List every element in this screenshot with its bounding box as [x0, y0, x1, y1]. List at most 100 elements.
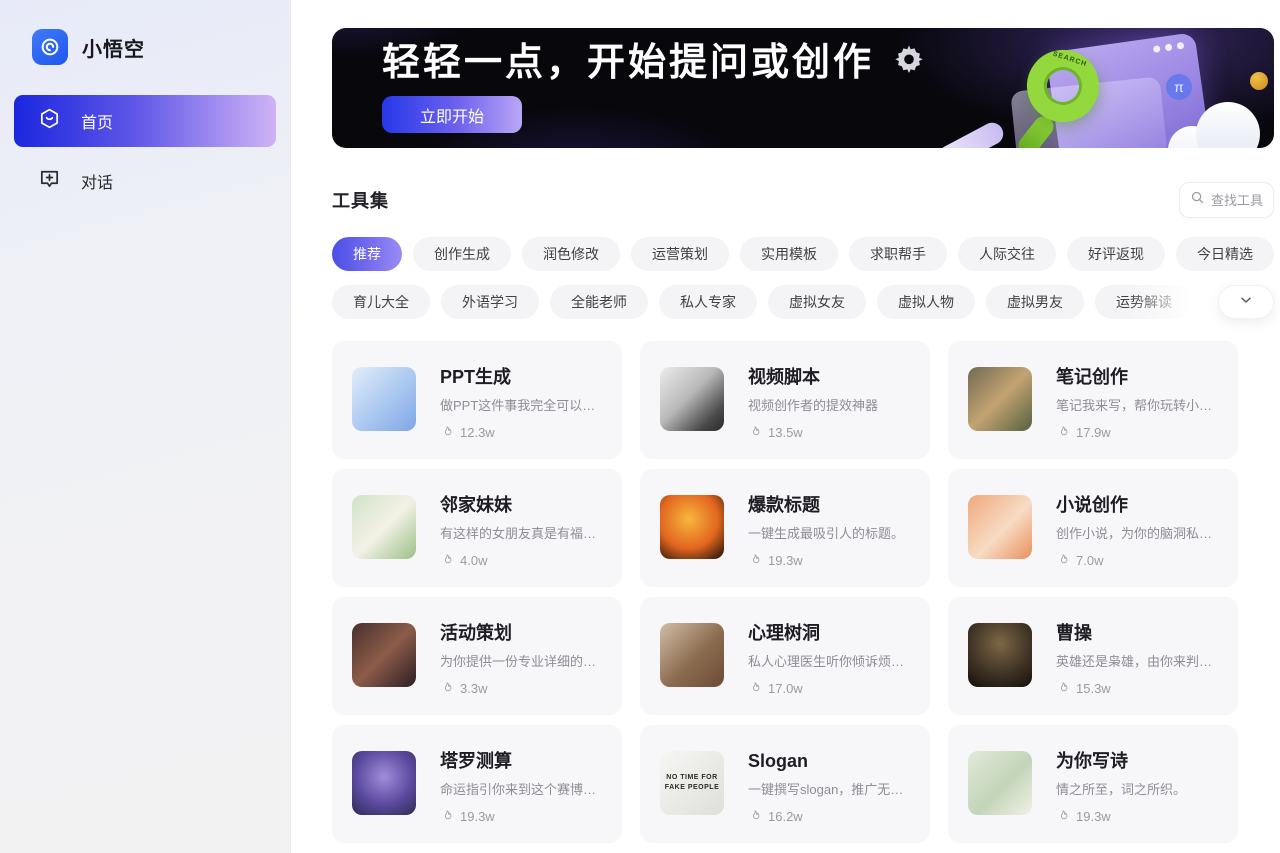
tool-card-slogan[interactable]: NO TIME FOR FAKE PEOPLE Slogan 一键撰写sloga…	[640, 725, 930, 843]
flame-icon	[748, 553, 762, 567]
flame-icon	[748, 681, 762, 695]
filter-pill-recommended[interactable]: 推荐	[332, 237, 402, 271]
tool-description: 为你提供一份专业详细的策划方…	[440, 651, 604, 670]
tool-title: 笔记创作	[1056, 367, 1220, 388]
app-brand: 小悟空	[14, 29, 276, 65]
app-root: 小悟空 首页 对话	[0, 0, 1280, 853]
tool-card-tarot[interactable]: 塔罗测算 命运指引你来到这个赛博塔罗屋。 19.3w	[332, 725, 622, 843]
sidebar-item-chat[interactable]: 对话	[14, 155, 276, 207]
tool-search-box[interactable]	[1179, 182, 1274, 218]
filter-pill[interactable]: 育儿大全	[332, 285, 430, 319]
tool-description: 英雄还是枭雄，由你来判断。	[1056, 651, 1220, 670]
flame-icon	[1056, 809, 1070, 823]
filter-pill[interactable]: 好评返现	[1067, 237, 1165, 271]
flame-icon	[440, 809, 454, 823]
tool-title: PPT生成	[440, 367, 604, 388]
tool-thumbnail	[968, 495, 1032, 559]
tool-description: 笔记我来写，帮你玩转小红书。	[1056, 395, 1220, 414]
tool-description: 一键生成最吸引人的标题。	[748, 523, 904, 542]
usage-count: 4.0w	[460, 553, 487, 568]
tool-card-event-planning[interactable]: 活动策划 为你提供一份专业详细的策划方… 3.3w	[332, 597, 622, 715]
flame-icon	[748, 809, 762, 823]
usage-count: 15.3w	[1076, 681, 1111, 696]
filter-pill[interactable]: 外语学习	[441, 285, 539, 319]
tool-card-grid: PPT生成 做PPT这件事我完全可以代劳。 12.3w 视频脚本 视频创作者的提…	[332, 341, 1274, 843]
tool-card-hot-title[interactable]: 爆款标题 一键生成最吸引人的标题。 19.3w	[640, 469, 930, 587]
flame-icon	[748, 425, 762, 439]
filter-pill[interactable]: 创作生成	[413, 237, 511, 271]
usage-count: 16.2w	[768, 809, 803, 824]
tool-card-note-writing[interactable]: 笔记创作 笔记我来写，帮你玩转小红书。 17.9w	[948, 341, 1238, 459]
tool-thumbnail	[968, 623, 1032, 687]
filter-pill[interactable]: 虚拟人物	[877, 285, 975, 319]
tool-thumbnail	[352, 623, 416, 687]
tool-title: 为你写诗	[1056, 751, 1186, 772]
tool-title: 塔罗测算	[440, 751, 604, 772]
flame-icon	[440, 681, 454, 695]
main-content: SEARCH π 轻轻一点，开始提问或创作 立即开始	[291, 0, 1280, 853]
usage-count: 19.3w	[768, 553, 803, 568]
tool-description: 有这样的女朋友真是有福气呀~	[440, 523, 604, 542]
tool-card-caocao[interactable]: 曹操 英雄还是枭雄，由你来判断。 15.3w	[948, 597, 1238, 715]
sidebar: 小悟空 首页 对话	[0, 0, 291, 853]
filter-pill[interactable]: 今日精选	[1176, 237, 1274, 271]
flame-icon	[440, 425, 454, 439]
search-input[interactable]	[1211, 193, 1269, 208]
start-now-button[interactable]: 立即开始	[382, 96, 522, 133]
promo-banner[interactable]: SEARCH π 轻轻一点，开始提问或创作 立即开始	[332, 28, 1274, 148]
usage-count: 12.3w	[460, 425, 495, 440]
tool-description: 命运指引你来到这个赛博塔罗屋。	[440, 779, 604, 798]
gear-icon	[892, 43, 926, 82]
filter-pill[interactable]: 运营策划	[631, 237, 729, 271]
tool-thumbnail: NO TIME FOR FAKE PEOPLE	[660, 751, 724, 815]
banner-headline: 轻轻一点，开始提问或创作	[382, 44, 874, 82]
filter-pill[interactable]: 虚拟女友	[768, 285, 866, 319]
tool-thumbnail	[660, 623, 724, 687]
tool-title: 邻家妹妹	[440, 495, 604, 516]
tool-title: 小说创作	[1056, 495, 1220, 516]
tool-thumbnail	[660, 367, 724, 431]
usage-count: 13.5w	[768, 425, 803, 440]
tool-thumbnail	[352, 367, 416, 431]
thumbnail-text: NO TIME FOR FAKE PEOPLE	[660, 773, 724, 793]
tool-title: 心理树洞	[748, 623, 912, 644]
filter-pill[interactable]: 虚拟男友	[986, 285, 1084, 319]
tool-title: Slogan	[748, 751, 912, 772]
filter-pill[interactable]: 人际交往	[958, 237, 1056, 271]
tool-thumbnail	[352, 751, 416, 815]
filter-row-2: 育儿大全 外语学习 全能老师 私人专家 虚拟女友 虚拟人物 虚拟男友 运势解读	[332, 285, 1274, 319]
chevron-down-icon	[1238, 292, 1254, 313]
tool-thumbnail	[660, 495, 724, 559]
tool-thumbnail	[968, 751, 1032, 815]
filter-pill[interactable]: 实用模板	[740, 237, 838, 271]
flame-icon	[1056, 681, 1070, 695]
section-title-toolset: 工具集	[332, 187, 389, 213]
tool-thumbnail	[968, 367, 1032, 431]
tool-card-write-poem[interactable]: 为你写诗 情之所至，词之所织。 19.3w	[948, 725, 1238, 843]
flame-icon	[440, 553, 454, 567]
filter-pill[interactable]: 全能老师	[550, 285, 648, 319]
tool-card-video-script[interactable]: 视频脚本 视频创作者的提效神器 13.5w	[640, 341, 930, 459]
filter-pill[interactable]: 私人专家	[659, 285, 757, 319]
tool-title: 曹操	[1056, 623, 1220, 644]
filter-pill[interactable]: 润色修改	[522, 237, 620, 271]
tool-card-ppt[interactable]: PPT生成 做PPT这件事我完全可以代劳。 12.3w	[332, 341, 622, 459]
tool-description: 做PPT这件事我完全可以代劳。	[440, 395, 604, 414]
tool-card-novel-writing[interactable]: 小说创作 创作小说，为你的脑洞私人订制… 7.0w	[948, 469, 1238, 587]
expand-filters-button[interactable]	[1218, 285, 1274, 319]
tool-description: 一键撰写slogan，推广无忧。	[748, 779, 912, 798]
filter-pill[interactable]: 运势解读	[1095, 285, 1193, 319]
flame-icon	[1056, 553, 1070, 567]
usage-count: 19.3w	[460, 809, 495, 824]
usage-count: 19.3w	[1076, 809, 1111, 824]
tool-card-psychology-tree-hole[interactable]: 心理树洞 私人心理医生听你倾诉烦恼，回… 17.0w	[640, 597, 930, 715]
tool-card-girl-next-door[interactable]: 邻家妹妹 有这样的女朋友真是有福气呀~ 4.0w	[332, 469, 622, 587]
sidebar-item-home[interactable]: 首页	[14, 95, 276, 147]
sidebar-item-label: 首页	[81, 109, 113, 133]
tool-description: 情之所至，词之所织。	[1056, 779, 1186, 798]
filter-pill[interactable]: 求职帮手	[849, 237, 947, 271]
sidebar-item-label: 对话	[81, 169, 113, 193]
search-icon	[1190, 190, 1205, 210]
tool-title: 视频脚本	[748, 367, 878, 388]
chat-plus-icon	[38, 167, 61, 195]
